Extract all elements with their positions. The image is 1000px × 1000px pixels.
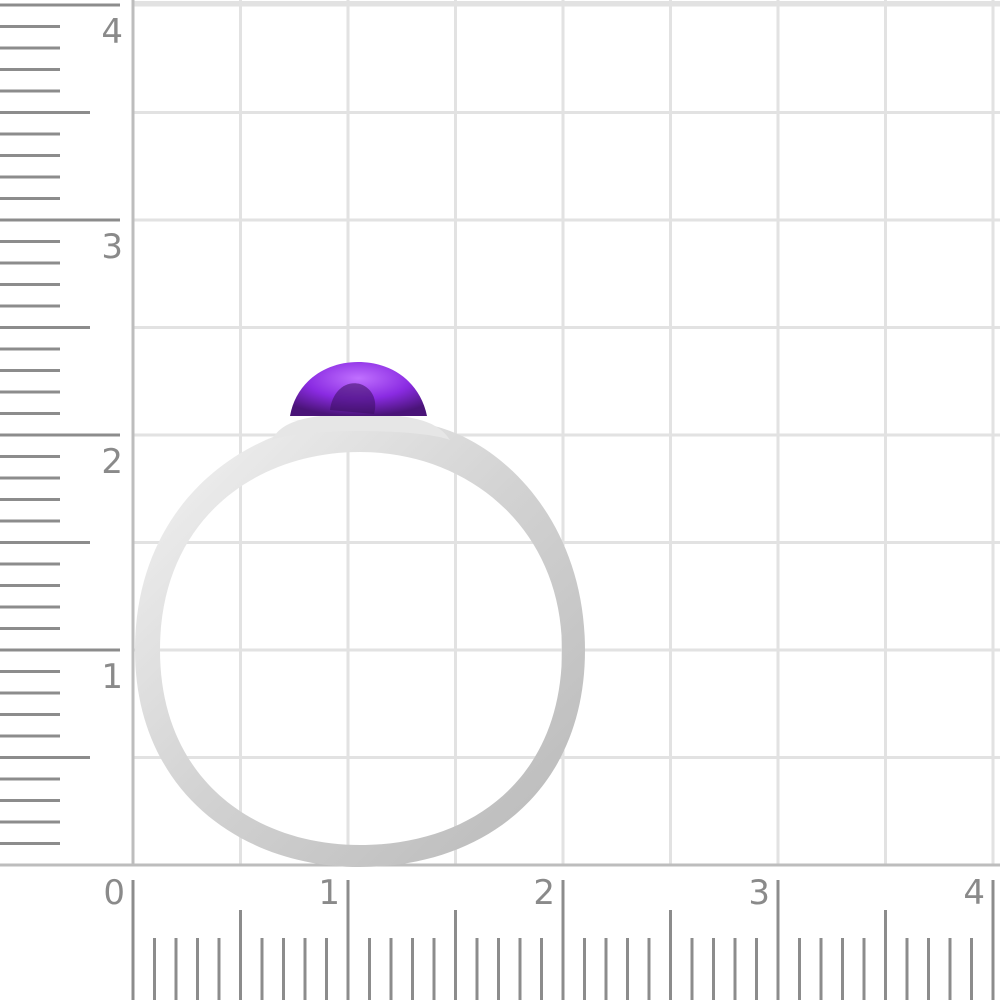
ruler-label-x: 1 — [318, 873, 340, 913]
ruler-label-x: 3 — [748, 873, 770, 913]
horizontal-ruler: 0 1 2 3 4 — [0, 863, 1000, 1000]
ruler-label-y: 4 — [101, 12, 123, 52]
ring-picture — [135, 362, 585, 867]
measurement-scene: 1 2 3 4 0 1 2 3 4 — [0, 0, 1000, 1000]
ruler-label-x: 4 — [963, 873, 985, 913]
ring-band — [135, 420, 585, 867]
ruler-label-y: 2 — [101, 442, 123, 482]
ruler-label-y: 1 — [101, 657, 123, 697]
vertical-ruler: 1 2 3 4 — [0, 0, 135, 865]
ruler-label-x: 2 — [533, 873, 555, 913]
ruler-label-x: 0 — [103, 873, 125, 913]
product-photo-stage: 1 2 3 4 0 1 2 3 4 — [0, 0, 1000, 1000]
ruler-label-y: 3 — [101, 227, 123, 267]
